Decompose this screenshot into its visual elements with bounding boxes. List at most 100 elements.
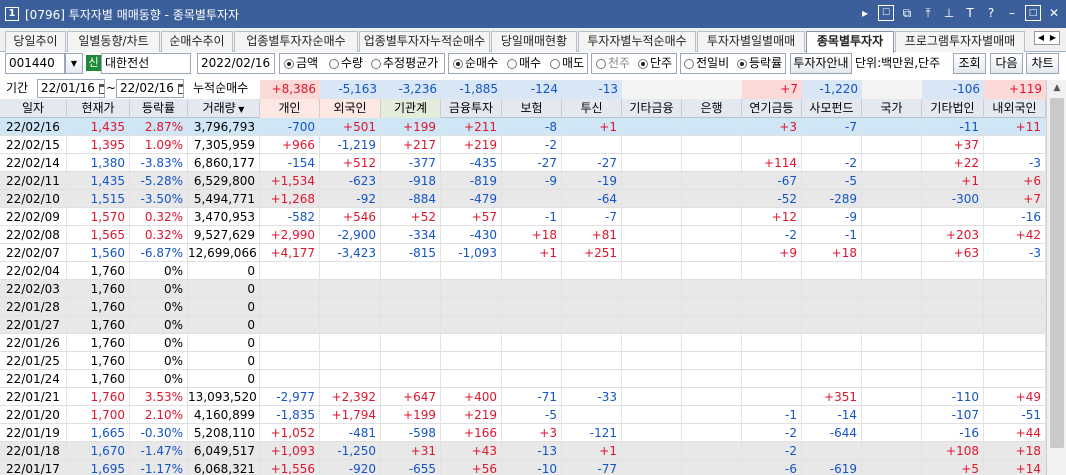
scroll-up-icon[interactable]: ▲ (1047, 80, 1066, 97)
table-row[interactable]: 22/01/24 1,760 0% 0 (0, 370, 1046, 388)
window-icon[interactable]: ⧉ (899, 5, 915, 21)
cell-domestic-foreign: -51 (984, 406, 1046, 424)
table-row[interactable]: 22/01/20 1,700 2.10% 4,160,899 -1,835 +1,794 +… (0, 406, 1046, 424)
tab-7[interactable]: 투자자별일별매매 (697, 31, 805, 52)
table-row[interactable]: 22/02/15 1,395 1.09% 7,305,959 +966 -1,219 +21… (0, 136, 1046, 154)
tab-9[interactable]: 프로그램투자자별매매 (895, 31, 1025, 52)
investor-guide-button[interactable]: 투자자안내 (790, 53, 852, 74)
radio-change-rate[interactable]: 등락률 (737, 53, 782, 74)
table-row[interactable]: 22/01/19 1,665 -0.30% 5,208,110 +1,052 -481 -5… (0, 424, 1046, 442)
radio-dot (284, 58, 294, 69)
investor-table[interactable]: 일자 현재가 등락률 거래량 ▼ 개인 외국인 기관계 금융투자 보험 투신 기타금융 은행 연기금등 사… (0, 99, 1046, 475)
table-row[interactable]: 22/02/14 1,380 -3.83% 6,860,177 -154 +512 -377… (0, 154, 1046, 172)
chart-button[interactable]: 차트 (1026, 53, 1059, 74)
cell-trust: -64 (562, 190, 622, 208)
table-row[interactable]: 22/01/27 1,760 0% 0 (0, 316, 1046, 334)
cell-trust (562, 352, 622, 370)
cell-change-rate: -1.47% (130, 442, 188, 460)
cell-volume: 0 (188, 352, 260, 370)
window-number[interactable]: 1 (5, 7, 19, 21)
cell-pension (742, 334, 802, 352)
cell-private-fund: -1 (802, 226, 862, 244)
scroll-thumb[interactable] (1050, 98, 1064, 448)
table-row[interactable]: 22/01/21 1,760 3.53% 13,093,520 -2,977 +2,392… (0, 388, 1046, 406)
table-row[interactable]: 22/01/18 1,670 -1.47% 6,049,517 +1,093 -1,250… (0, 442, 1046, 460)
tab-bar: 당일추이 일별동향/차트 순매수추이 업종별투자자순매수 업종별투자자누적순매수… (0, 28, 1066, 53)
minimize-icon[interactable]: – (1004, 5, 1020, 21)
radio-amount[interactable]: 금액 (284, 53, 318, 74)
cell-date: 22/01/24 (0, 370, 67, 388)
radio-net-buy[interactable]: 순매수 (453, 53, 498, 74)
table-row[interactable]: 22/02/04 1,760 0% 0 (0, 262, 1046, 280)
code-dropdown-button[interactable]: ▼ (65, 53, 83, 74)
radio-single-shares[interactable]: 단주 (638, 53, 672, 74)
cell-insurance: +3 (502, 424, 562, 442)
radio-prev-day[interactable]: 전일비 (684, 53, 729, 74)
cell-private-fund: -14 (802, 406, 862, 424)
cell-change-rate: -3.83% (130, 154, 188, 172)
chevron-right-icon[interactable]: ▶ (1047, 32, 1059, 44)
cell-insurance (502, 352, 562, 370)
tab-1[interactable]: 일별동향/차트 (67, 31, 160, 52)
tab-0[interactable]: 당일추이 (5, 31, 66, 52)
cell-bank (682, 442, 742, 460)
chevron-right-icon[interactable]: ▸ (857, 5, 873, 21)
tab-8[interactable]: 종목별투자자 (806, 31, 894, 53)
link-icon[interactable]: ☐ (878, 5, 894, 21)
cell-domestic-foreign (984, 316, 1046, 334)
chevron-left-icon[interactable]: ◀ (1035, 32, 1047, 44)
code-input[interactable]: 001440 (5, 53, 65, 74)
radio-sell[interactable]: 매도 (550, 53, 584, 74)
tab-scroll[interactable]: ◀ ▶ (1034, 31, 1060, 45)
table-row[interactable]: 22/01/26 1,760 0% 0 (0, 334, 1046, 352)
table-row[interactable]: 22/02/16 1,435 2.87% 3,796,793 -700 +501 +199 +… (0, 118, 1046, 136)
cell-volume: 6,860,177 (188, 154, 260, 172)
cell-nation (862, 298, 922, 316)
cell-foreign: -92 (320, 190, 381, 208)
cell-change-rate: 3.53% (130, 388, 188, 406)
table-row[interactable]: 22/02/03 1,760 0% 0 (0, 280, 1046, 298)
search-button[interactable]: 조회 (953, 53, 986, 74)
cell-insurance (502, 370, 562, 388)
radio-thousand-shares[interactable]: 천주 (596, 53, 630, 74)
table-row[interactable]: 22/02/08 1,565 0.32% 9,527,629 +2,990 -2,900-… (0, 226, 1046, 244)
tab-2[interactable]: 순매수추이 (161, 31, 233, 52)
cell-change-rate: -6.87% (130, 244, 188, 262)
cell-change-rate: 0% (130, 334, 188, 352)
cell-date: 22/01/25 (0, 352, 67, 370)
table-row[interactable]: 22/02/10 1,515 -3.50% 5,494,771 +1,268 -92 -88… (0, 190, 1046, 208)
cell-foreign: +512 (320, 154, 381, 172)
tab-5[interactable]: 당일매매현황 (491, 31, 577, 52)
sort-dropdown-icon[interactable]: ▼ (236, 105, 244, 114)
date-field[interactable]: 2022/02/16 (197, 53, 275, 74)
table-row[interactable]: 22/01/25 1,760 0% 0 (0, 352, 1046, 370)
help-icon[interactable]: ? (983, 5, 999, 21)
cell-nation (862, 370, 922, 388)
pin-down-icon[interactable]: ⊥ (941, 5, 957, 21)
tab-3[interactable]: 업종별투자자순매수 (234, 31, 358, 52)
radio-buy[interactable]: 매수 (507, 53, 541, 74)
table-row[interactable]: 22/02/11 1,435 -5.28% 6,529,800 +1,534 -623 -9… (0, 172, 1046, 190)
header-volume[interactable]: 거래량 ▼ (188, 99, 260, 118)
cell-institution: -815 (381, 244, 441, 262)
maximize-icon[interactable]: □ (1025, 5, 1041, 21)
pin-icon[interactable]: ⤒ (920, 5, 936, 21)
tab-4[interactable]: 업종별투자자누적순매수 (359, 31, 490, 52)
cell-other-fin (622, 280, 682, 298)
font-icon[interactable]: T (962, 5, 978, 21)
calendar-icon[interactable] (274, 59, 275, 69)
next-button[interactable]: 다음 (990, 53, 1023, 74)
table-row[interactable]: 22/01/28 1,760 0% 0 (0, 298, 1046, 316)
table-row[interactable]: 22/02/07 1,560 -6.87% 12,699,066 +4,177 -3,42… (0, 244, 1046, 262)
table-row[interactable]: 22/02/09 1,570 0.32% 3,470,953 -582 +546 +52 +5… (0, 208, 1046, 226)
cell-private-fund (802, 298, 862, 316)
cell-date: 22/02/09 (0, 208, 67, 226)
cell-other-fin (622, 208, 682, 226)
table-row[interactable]: 22/01/17 1,695 -1.17% 6,068,321 +1,556 -920 -6… (0, 460, 1046, 475)
radio-avg-price[interactable]: 추정평균가 (371, 53, 438, 74)
vertical-scrollbar[interactable]: ▲ (1046, 80, 1066, 475)
cell-change-rate: 0.32% (130, 208, 188, 226)
close-icon[interactable]: ✕ (1046, 5, 1062, 21)
tab-6[interactable]: 투자자별누적순매수 (578, 31, 696, 52)
radio-quantity[interactable]: 수량 (329, 53, 363, 74)
